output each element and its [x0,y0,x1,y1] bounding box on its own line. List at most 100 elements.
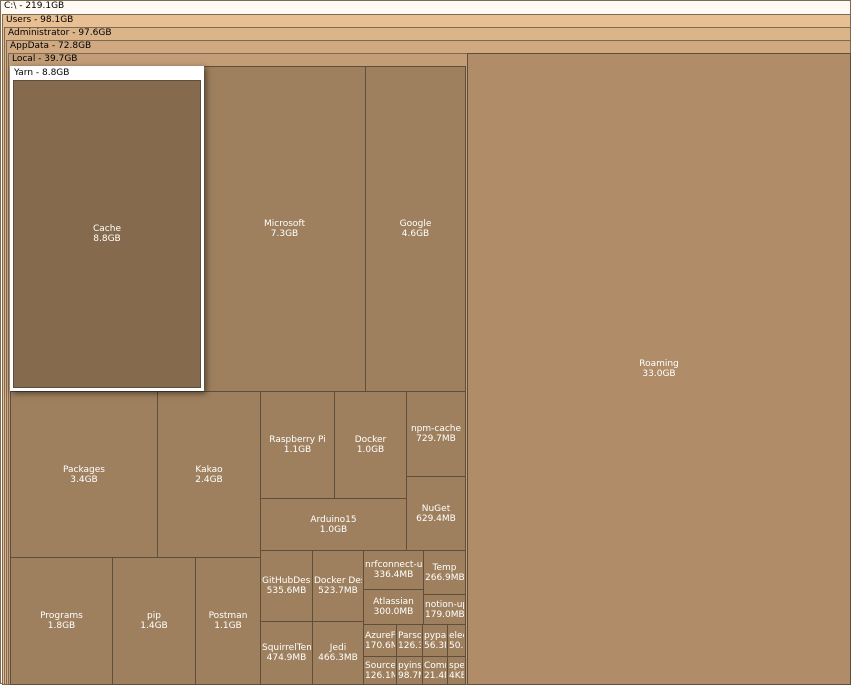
folder-cell-pyins[interactable]: pyins98.7M [396,656,423,685]
selected-folder-title: Yarn - 8.8GB [14,68,70,78]
folder-cell-arduino15[interactable]: Arduino15 1.0GB [260,498,407,551]
folder-cell-programs[interactable]: Programs 1.8GB [10,557,113,685]
folder-cell-comr[interactable]: Comr21.4M [422,656,448,685]
folder-size: 8.8GB [93,234,121,244]
folder-label: Google 4.6GB [366,219,465,239]
folder-cell-roaming[interactable]: Roaming 33.0GB [467,53,851,685]
folder-size: 126.1M [365,670,395,681]
folder-name: Cache [93,224,121,234]
folder-name: Postman [208,611,248,621]
folder-label: pip 1.4GB [113,611,195,631]
folder-cell-nuget[interactable]: NuGet 629.4MB [406,476,466,551]
folder-cell-spe[interactable]: spe4KE [447,656,466,685]
folder-cell-sourcet[interactable]: SourceT126.1M [363,656,397,685]
folder-label: Jedi 466.3MB [313,643,363,663]
folder-size: 535.6MB [266,586,307,596]
folder-cell-notion-up[interactable]: notion-up 179.0MB [423,594,466,625]
folder-size: 21.4M [424,670,446,681]
folder-size: 179.0MB [425,609,464,620]
folder-size: 300.0MB [373,607,414,617]
folder-cell-packages[interactable]: Packages 3.4GB [10,391,158,558]
folder-cell-squirreltemp[interactable]: SquirrelTem 474.9MB [260,621,313,685]
folder-name: elec [449,630,464,641]
folder-label: SourceT126.1M [364,661,396,681]
folder-size: 33.0GB [642,369,676,379]
header-appdata-label: AppData - 72.8GB [10,41,92,51]
folder-label: Packages 3.4GB [11,465,157,485]
folder-name: AzureF [365,630,395,641]
folder-cell-azuref[interactable]: AzureF170.6M [363,624,397,657]
folder-size: 629.4MB [416,513,456,524]
folder-size: 3.4GB [70,474,98,485]
folder-label: notion-up 179.0MB [424,600,465,620]
folder-cell-kakao[interactable]: Kakao 2.4GB [157,391,261,558]
folder-cell-temp[interactable]: Temp 266.9MB [423,550,466,595]
folder-size: 1.8GB [47,621,76,631]
folder-size: 126.3 [398,640,421,651]
folder-size: 474.9MB [266,653,307,663]
folder-label: Programs 1.8GB [11,611,112,631]
folder-label: npm-cache 729.7MB [407,424,465,444]
folder-name: Parso [398,630,421,641]
selected-folder-yarn[interactable]: Yarn - 8.8GB Cache 8.8GB [10,66,204,391]
folder-name: Comr [424,660,446,671]
folder-label: nrfconnect-up 336.4MB [364,560,423,580]
folder-name: Packages [63,464,105,475]
folder-cell-microsoft[interactable]: Microsoft 7.3GB [203,66,366,392]
folder-cell-npm-cache[interactable]: npm-cache 729.7MB [406,391,466,477]
folder-cell-elec[interactable]: elec50.2 [447,624,466,657]
folder-name: SourceT [365,660,395,671]
folder-cell-raspberry-pi[interactable]: Raspberry Pi 1.1GB [260,391,335,499]
folder-label: pyins98.7M [397,661,422,681]
folder-name: SquirrelTem [262,643,311,653]
folder-cell-postman[interactable]: Postman 1.1GB [195,557,261,685]
folder-cell-cache[interactable]: Cache 8.8GB [13,80,201,388]
folder-name: pyins [398,660,421,671]
folder-size: 1.0GB [319,524,348,535]
folder-size: 1.0GB [356,445,385,455]
folder-cell-pip[interactable]: pip 1.4GB [112,557,196,685]
folder-label: Arduino15 1.0GB [261,515,406,535]
folder-cell-jedi[interactable]: Jedi 466.3MB [312,621,364,685]
folder-size: 1.1GB [214,621,242,631]
folder-size: 50.2 [449,640,464,651]
folder-label: AzureF170.6M [364,631,396,651]
folder-label: Temp 266.9MB [424,563,465,583]
folder-size: 4.6GB [401,229,430,239]
header-drive-label: C:\ - 219.1GB [4,1,65,11]
header-administrator-label: Administrator - 97.6GB [8,28,112,38]
folder-cell-nrfconnect[interactable]: nrfconnect-up 336.4MB [363,550,424,590]
folder-name: GitHubDesk [262,576,311,586]
folder-cell-docker[interactable]: Docker 1.0GB [334,391,407,499]
folder-cell-githubdesk[interactable]: GitHubDesk 535.6MB [260,550,313,622]
folder-name: NuGet [421,503,451,514]
folder-cell-pypa[interactable]: pypa56.3M [422,624,448,657]
folder-label: Parso126.3 [397,631,422,651]
folder-label: Postman 1.1GB [196,611,260,631]
folder-label: Microsoft 7.3GB [204,219,365,239]
folder-name: Kakao [195,464,223,475]
header-users-label: Users - 98.1GB [6,15,74,25]
folder-name: notion-up [425,599,464,610]
folder-name: pip [147,611,161,621]
folder-cell-atlassian[interactable]: Atlassian 300.0MB [363,589,424,625]
folder-name: Raspberry Pi [269,435,326,445]
folder-label: NuGet 629.4MB [407,504,465,524]
folder-label: Atlassian 300.0MB [364,597,423,617]
folder-label: Docker Des 523.7MB [313,576,363,596]
folder-cell-parso[interactable]: Parso126.3 [396,624,423,657]
folder-size: 170.6M [365,640,395,651]
folder-cell-google[interactable]: Google 4.6GB [365,66,466,392]
folder-name: Arduino15 [310,514,357,525]
folder-name: Microsoft [264,219,305,229]
folder-size: 466.3MB [318,653,358,663]
folder-cell-docker-des[interactable]: Docker Des 523.7MB [312,550,364,622]
folder-name: Google [399,219,432,229]
folder-name: Atlassian [373,597,414,607]
folder-label: elec50.2 [448,631,465,651]
folder-name: Roaming [639,359,679,369]
folder-size: 4KE [449,670,464,681]
folder-label: pypa56.3M [423,631,447,651]
folder-size: 266.9MB [425,572,464,583]
folder-name: Jedi [329,643,347,653]
